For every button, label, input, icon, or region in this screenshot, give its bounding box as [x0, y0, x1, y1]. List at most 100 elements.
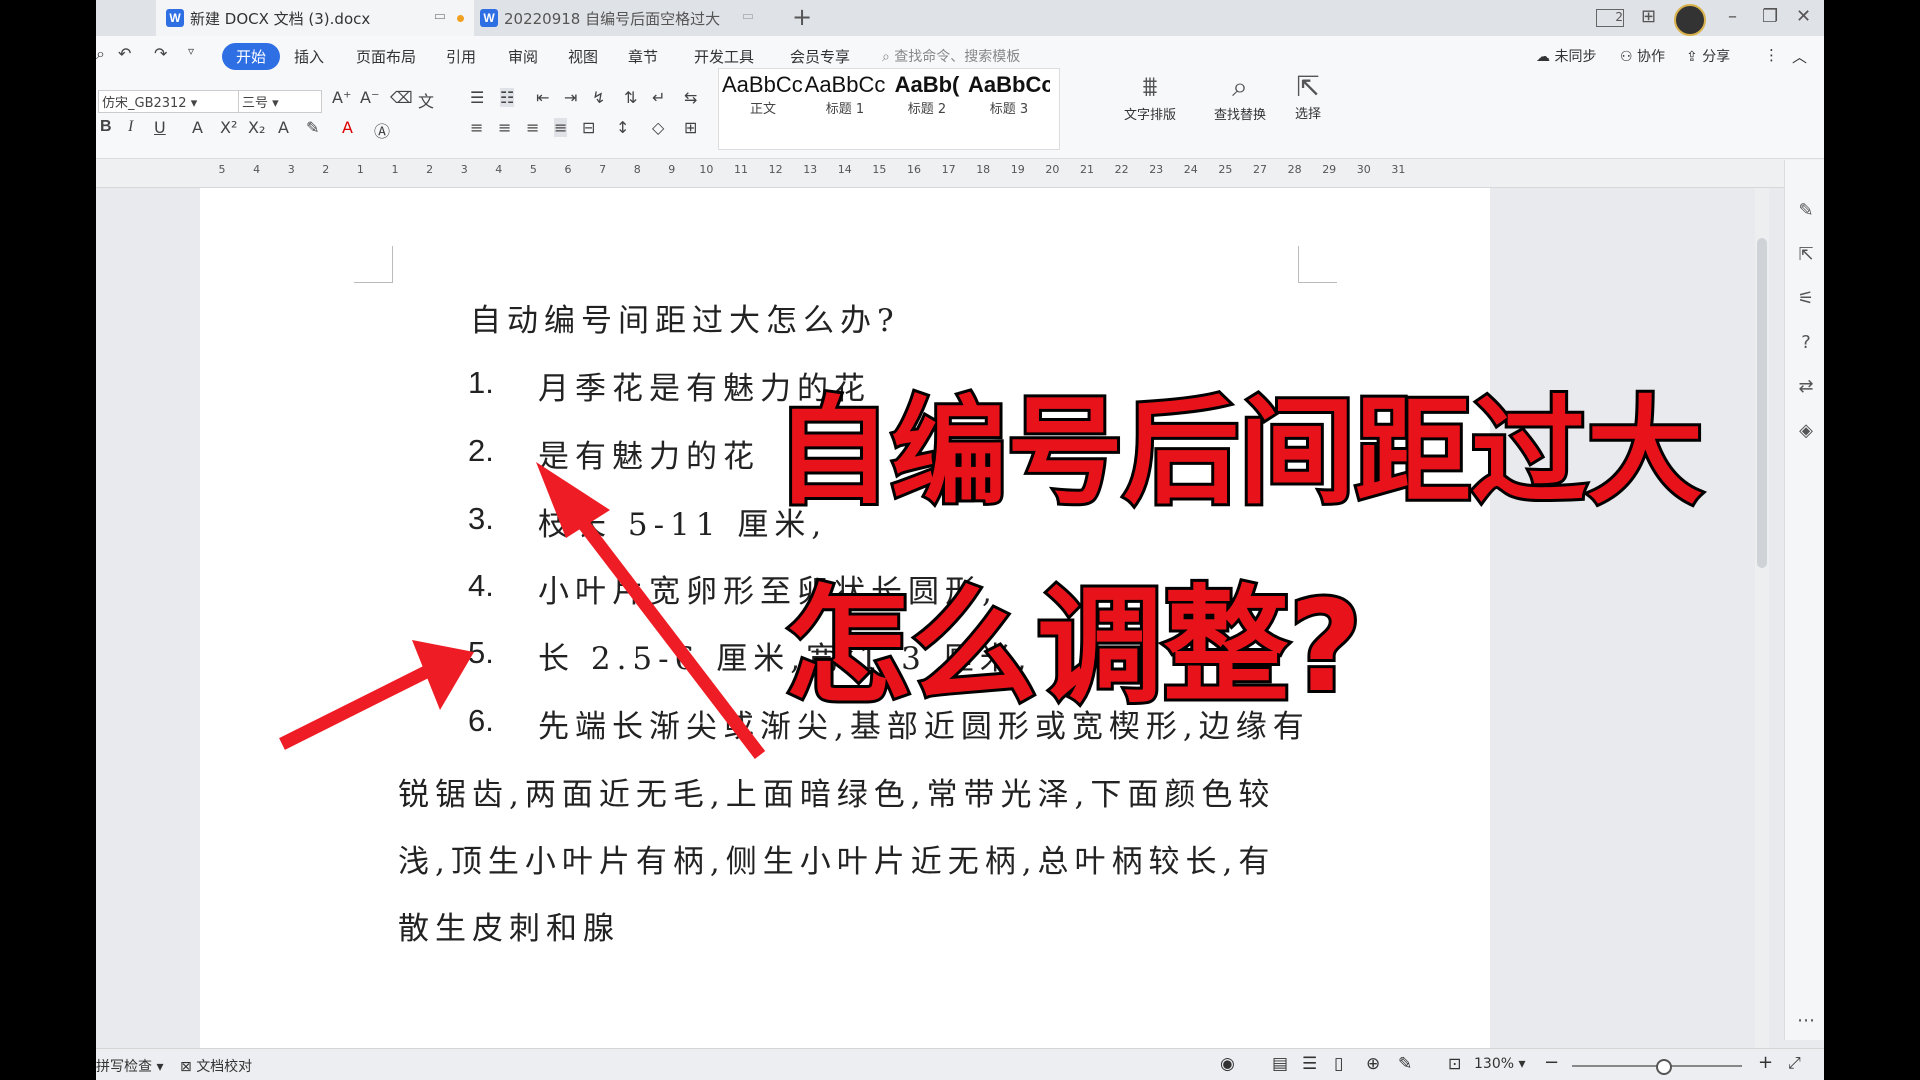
- minimize-icon[interactable]: –: [1728, 6, 1737, 27]
- help-icon[interactable]: ?: [1795, 332, 1817, 354]
- grow-font-icon[interactable]: A⁺: [332, 88, 351, 107]
- vertical-scrollbar[interactable]: [1755, 188, 1769, 1048]
- document-page[interactable]: 自动编号间距过大怎么办? 1. 月季花是有魅力的花 2. 是有魅力的花 3. 枝…: [200, 188, 1490, 1048]
- tab-start[interactable]: 开始: [222, 43, 281, 70]
- tab-developer[interactable]: 开发工具: [694, 46, 754, 67]
- restore-icon[interactable]: ❐: [1762, 6, 1778, 27]
- tab-chapter[interactable]: 章节: [628, 46, 658, 67]
- phonetic-icon[interactable]: 文: [418, 88, 434, 112]
- borders-icon[interactable]: ⊞: [684, 118, 697, 137]
- collaborate-button[interactable]: ⚇ 协作: [1620, 46, 1665, 66]
- translate-icon[interactable]: ⇄: [1795, 376, 1817, 398]
- style-name: 正文: [749, 102, 776, 117]
- page-view-icon[interactable]: 2: [1596, 9, 1624, 27]
- zoom-in-icon[interactable]: +: [1758, 1052, 1773, 1073]
- font-name-select[interactable]: 仿宋_GB2312 ▾: [98, 90, 240, 113]
- shading-icon[interactable]: ◇: [652, 118, 664, 137]
- zoom-out-icon[interactable]: −: [1544, 1052, 1559, 1073]
- fullscreen-icon[interactable]: ⤢: [1788, 1053, 1801, 1073]
- tab-marks-icon[interactable]: ⇆: [684, 88, 697, 107]
- undo-icon[interactable]: ↶: [118, 44, 131, 63]
- title-bar: W 新建 DOCX 文档 (3).docx ▭ W 20220918 自编号后面…: [96, 0, 1824, 36]
- align-center-icon[interactable]: ≡: [498, 118, 511, 137]
- increase-indent-icon[interactable]: ⇥: [564, 88, 577, 107]
- highlight-icon[interactable]: ✎: [306, 118, 319, 137]
- new-tab-button[interactable]: +: [792, 3, 812, 31]
- style-heading-2[interactable]: AaBb( 标题 2: [886, 72, 968, 126]
- font-color-icon[interactable]: A: [342, 118, 353, 137]
- grid-apps-icon[interactable]: ⊞: [1641, 6, 1656, 27]
- text-layout-button[interactable]: ⩩ 文字排版: [1110, 70, 1190, 123]
- settings-sliders-icon[interactable]: ⚟: [1795, 288, 1817, 310]
- sort-icon[interactable]: ⇅: [624, 88, 637, 107]
- edit-pen-icon[interactable]: ✎: [1795, 200, 1817, 222]
- line-break-icon[interactable]: ↵: [652, 88, 665, 107]
- share-button[interactable]: ⇪ 分享: [1686, 46, 1730, 66]
- more-icon[interactable]: ⋮: [1764, 46, 1779, 64]
- find-replace-button[interactable]: ⌕ 查找替换: [1200, 70, 1280, 123]
- line-spacing-icon[interactable]: ↕: [616, 118, 629, 137]
- reading-view-icon[interactable]: ▯: [1334, 1054, 1343, 1074]
- horizontal-ruler[interactable]: 5 4 3 2 1 1 2 3 4 5 6 7 8 9 10 11 12 13 14 15 16 17 18 19 20 21 22…: [96, 159, 1824, 188]
- font-size-select[interactable]: 三号 ▾: [238, 90, 322, 113]
- close-icon[interactable]: ✕: [1796, 6, 1811, 27]
- strikethrough-icon[interactable]: A: [192, 118, 203, 137]
- list-item-text: 先端长渐尖或渐尖,基部近圆形或宽楔形,边缘有: [538, 709, 1310, 745]
- text-effect-icon[interactable]: A: [278, 118, 289, 137]
- underline-icon[interactable]: U: [154, 118, 166, 137]
- tab-references[interactable]: 引用: [446, 46, 476, 67]
- style-heading-1[interactable]: AaBbCc 标题 1: [804, 72, 886, 126]
- ruler-tick: 2: [322, 163, 330, 176]
- tab-view[interactable]: 视图: [568, 46, 598, 67]
- web-view-icon[interactable]: ⊕: [1366, 1054, 1380, 1074]
- ruler-tick: 16: [907, 163, 921, 176]
- clear-format-icon[interactable]: ⌫: [390, 88, 413, 107]
- char-border-icon[interactable]: Ⓐ: [374, 118, 390, 142]
- tab-layout[interactable]: 页面布局: [356, 46, 416, 67]
- collapse-ribbon-icon[interactable]: ︿: [1792, 46, 1807, 67]
- justify-icon[interactable]: ≡: [554, 118, 568, 137]
- shrink-font-icon[interactable]: A⁻: [360, 88, 379, 107]
- bold-icon[interactable]: B: [100, 118, 112, 136]
- style-normal[interactable]: AaBbCcDd 正文: [722, 72, 804, 126]
- select-cursor-icon[interactable]: ⇱: [1795, 244, 1817, 266]
- margin-corner-mark: [354, 246, 393, 283]
- superscript-icon[interactable]: X²: [220, 118, 237, 137]
- backup-icon[interactable]: ◈: [1795, 420, 1817, 442]
- align-left-icon[interactable]: ≡: [470, 118, 483, 137]
- ruler-tick: 27: [1253, 163, 1267, 176]
- decrease-indent-icon[interactable]: ⇤: [536, 88, 549, 107]
- page-view-icon[interactable]: ▤: [1272, 1054, 1288, 1074]
- outline-view-icon[interactable]: ☰: [1302, 1054, 1317, 1074]
- more-options-icon[interactable]: ⋯: [1795, 1010, 1817, 1032]
- tab-insert[interactable]: 插入: [294, 46, 324, 67]
- write-mode-icon[interactable]: ✎: [1398, 1054, 1412, 1074]
- spellcheck-button[interactable]: 拼写检查 ▾: [96, 1056, 163, 1076]
- distribute-icon[interactable]: ⊟: [582, 118, 595, 137]
- tab-review[interactable]: 审阅: [508, 46, 538, 67]
- zoom-level[interactable]: 130% ▾: [1474, 1056, 1526, 1072]
- select-button[interactable]: ⇱ 选择: [1278, 70, 1338, 122]
- ruler-tick: 13: [803, 163, 818, 176]
- italic-icon[interactable]: I: [128, 118, 133, 136]
- scrollbar-thumb[interactable]: [1757, 238, 1767, 568]
- redo-icon[interactable]: ↷: [154, 44, 167, 63]
- zoom-slider-handle[interactable]: [1656, 1059, 1672, 1075]
- sync-button[interactable]: ☁ 未同步: [1536, 46, 1596, 66]
- command-search-input[interactable]: ⌕ 查找命令、搜索模板: [882, 46, 1020, 66]
- text-direction-icon[interactable]: ↯: [592, 88, 605, 107]
- tab-member[interactable]: 会员专享: [790, 46, 850, 67]
- document-tab-active[interactable]: W 新建 DOCX 文档 (3).docx ▭: [156, 0, 474, 36]
- style-heading-3[interactable]: AaBbCc 标题 3: [968, 72, 1050, 126]
- search-icon[interactable]: ⌕: [96, 44, 105, 64]
- subscript-icon[interactable]: X₂: [248, 118, 265, 137]
- bullet-list-icon[interactable]: ☰: [470, 88, 484, 107]
- customize-icon[interactable]: ▿: [188, 44, 194, 58]
- eye-protection-icon[interactable]: ◉: [1220, 1054, 1235, 1074]
- fit-page-icon[interactable]: ⊡: [1448, 1054, 1461, 1073]
- proofread-button[interactable]: ⊠ 文档校对: [180, 1056, 252, 1076]
- avatar[interactable]: [1674, 4, 1706, 36]
- document-tab[interactable]: W 20220918 自编号后面空格过大 ▭: [480, 0, 780, 36]
- align-right-icon[interactable]: ≡: [526, 118, 539, 137]
- numbered-list-icon[interactable]: ☷: [500, 88, 515, 107]
